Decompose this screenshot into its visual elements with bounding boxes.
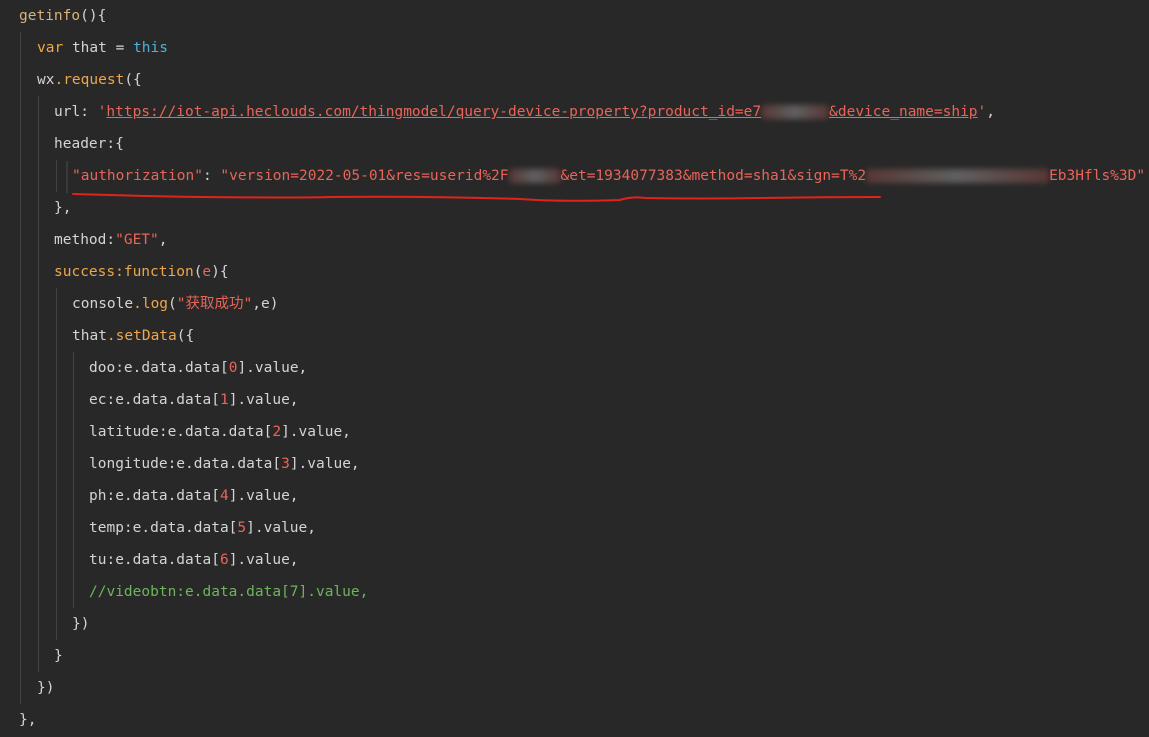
- red-underline-annotation: [72, 193, 881, 202]
- code-editor[interactable]: getinfo(){ var that = this wx.request({ …: [0, 0, 1149, 737]
